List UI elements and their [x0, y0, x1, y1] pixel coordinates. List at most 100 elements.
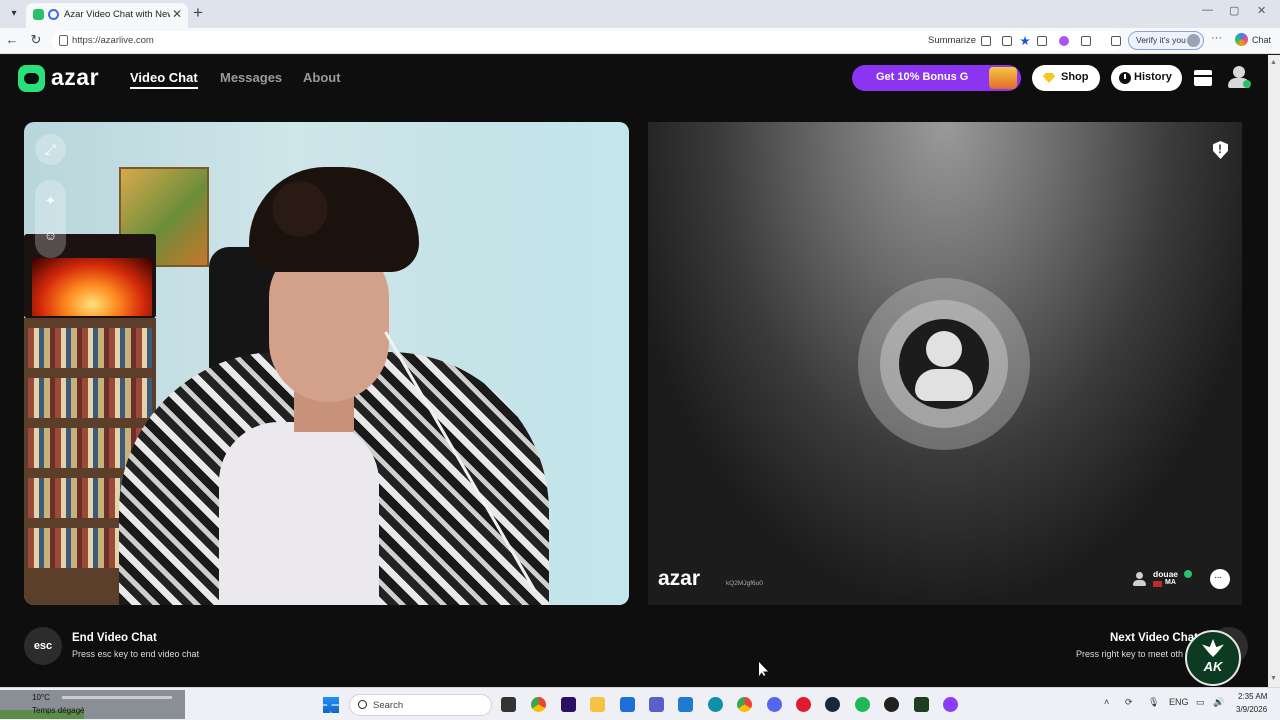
tray-sync-icon[interactable]: ⟳	[1125, 697, 1133, 708]
chrome-icon[interactable]	[531, 697, 546, 712]
file-explorer-icon[interactable]	[590, 697, 605, 712]
remote-video-area: azar kQ2MJgf6u0 douae MA	[648, 122, 1242, 605]
verify-profile-button[interactable]: Verify it's you	[1128, 31, 1204, 50]
scroll-up-icon[interactable]: ▲	[1270, 59, 1277, 66]
azar-logo-icon[interactable]	[18, 65, 45, 92]
address-bar-row: ← ↻ https://azarlive.com Summarize Verif…	[0, 28, 1280, 54]
history-button[interactable]: History	[1111, 65, 1182, 91]
discord-icon[interactable]	[767, 697, 782, 712]
copilot-icon[interactable]	[1235, 33, 1248, 46]
tab-group-icon	[33, 9, 44, 20]
steam-icon[interactable]	[825, 697, 840, 712]
task-view-icon[interactable]	[501, 697, 516, 712]
language-indicator[interactable]: ENG	[1169, 697, 1189, 707]
end-chat-hint: Press esc key to end video chat	[72, 649, 200, 659]
tab-list-dropdown-icon[interactable]: ▾	[6, 6, 22, 22]
outlook-icon[interactable]	[678, 697, 693, 712]
back-button[interactable]: ←	[4, 32, 20, 47]
search-placeholder: Search	[373, 700, 404, 711]
volume-icon[interactable]: 🔊	[1213, 697, 1224, 708]
next-chat-title: Next Video Chat	[1110, 632, 1198, 644]
face-filter-icon[interactable]: ☺	[35, 228, 66, 243]
extensions-puzzle-icon[interactable]	[1081, 36, 1091, 46]
new-tab-button[interactable]: +	[193, 3, 203, 23]
scroll-down-icon[interactable]: ▼	[1270, 675, 1277, 682]
magic-wand-icon[interactable]: ✦	[35, 193, 66, 209]
bonus-offer-button[interactable]: Get 10% Bonus G	[852, 65, 1021, 91]
profile-avatar-icon	[1187, 34, 1200, 47]
minimize-button[interactable]: —	[1202, 4, 1213, 16]
verified-badge-icon	[1184, 570, 1192, 578]
premiere-pro-icon[interactable]	[561, 697, 576, 712]
network-icon[interactable]: ▭	[1196, 697, 1205, 708]
country-flag-icon	[1153, 581, 1162, 587]
person-tshirt	[219, 422, 379, 605]
profile-icon[interactable]	[1228, 66, 1251, 90]
eagle-icon	[1202, 639, 1224, 657]
url-field[interactable]: https://azarlive.com Summarize	[52, 31, 1122, 51]
store-app-icon[interactable]	[620, 697, 635, 712]
spotify-icon[interactable]	[855, 697, 870, 712]
peer-avatar-icon	[1133, 572, 1146, 586]
session-id: kQ2MJgf6u0	[726, 580, 763, 587]
more-menu-icon[interactable]: ···	[1211, 32, 1222, 44]
tab-title: Azar Video Chat with New Pe	[64, 9, 170, 20]
history-clock-icon	[1119, 72, 1131, 84]
bonus-label: Get 10% Bonus G	[876, 71, 969, 83]
taskbar-date[interactable]: 3/9/2026	[1236, 705, 1267, 714]
app-icon[interactable]	[943, 697, 958, 712]
favorite-star-icon[interactable]	[1020, 36, 1030, 46]
shop-button[interactable]: Shop	[1032, 65, 1100, 91]
tray-overflow-icon[interactable]: ˄	[1104, 697, 1109, 707]
azar-page: azar Video Chat Messages About Get 10% B…	[0, 55, 1268, 687]
copilot-chat-label[interactable]: Chat	[1252, 35, 1271, 45]
windows-start-icon[interactable]	[323, 697, 339, 713]
mouse-cursor-icon	[759, 662, 768, 676]
nvidia-app-icon[interactable]	[914, 697, 929, 712]
gem-icon	[1043, 73, 1055, 83]
search-icon	[358, 700, 367, 709]
nav-about[interactable]: About	[303, 70, 341, 85]
close-window-button[interactable]: ✕	[1257, 4, 1266, 17]
tab-close-icon[interactable]: ✕	[172, 7, 182, 21]
windows-taskbar: 10°C Temps dégagé Search ˄ ⟳ 🎙 ENG ▭ 🔊 2…	[0, 687, 1280, 720]
summarize-button[interactable]: Summarize	[928, 35, 976, 46]
report-shield-icon[interactable]	[1213, 141, 1228, 159]
treasure-chest-icon	[989, 67, 1017, 89]
expand-icon[interactable]: ⤢	[35, 134, 66, 165]
shop-label: Shop	[1061, 71, 1089, 83]
history-label: History	[1134, 71, 1172, 83]
peer-country: MA	[1165, 579, 1176, 586]
browser-tab-azar[interactable]: Azar Video Chat with New Pe ✕	[26, 3, 188, 28]
edge-icon[interactable]	[708, 697, 723, 712]
page-scrollbar[interactable]: ▲ ▼	[1268, 55, 1280, 687]
peer-name: douae	[1153, 569, 1179, 579]
extension-icon[interactable]	[1059, 36, 1069, 46]
next-chat-hint: Press right key to meet oth	[1076, 649, 1184, 659]
chat-bubble-icon[interactable]	[1210, 569, 1230, 589]
microphone-icon[interactable]: 🎙	[1148, 697, 1159, 708]
chrome-profile-icon[interactable]	[737, 697, 752, 712]
taskbar-search-box[interactable]: Search	[349, 694, 492, 716]
nav-messages[interactable]: Messages	[220, 70, 282, 85]
site-info-icon[interactable]	[59, 35, 68, 46]
nav-video-chat[interactable]: Video Chat	[130, 70, 198, 89]
reader-mode-icon[interactable]	[1002, 36, 1012, 46]
channel-watermark-logo: AK	[1185, 630, 1241, 686]
end-chat-button[interactable]: esc	[24, 627, 62, 665]
split-screen-icon[interactable]	[1037, 36, 1047, 46]
end-chat-title: End Video Chat	[72, 632, 157, 644]
peer-info[interactable]: douae MA	[1128, 566, 1200, 592]
taskbar-time[interactable]: 2:35 AM	[1238, 692, 1267, 701]
azar-logo-text[interactable]: azar	[51, 64, 99, 91]
opera-icon[interactable]	[796, 697, 811, 712]
summarize-icon[interactable]	[981, 36, 991, 46]
teams-icon[interactable]	[649, 697, 664, 712]
store-icon[interactable]	[1194, 70, 1212, 86]
weather-temperature: 10°C	[32, 693, 50, 702]
maximize-button[interactable]: ▢	[1229, 4, 1239, 17]
obs-icon[interactable]	[884, 697, 899, 712]
weather-widget[interactable]: 10°C Temps dégagé	[0, 690, 185, 719]
refresh-button[interactable]: ↻	[28, 32, 44, 48]
favorites-icon[interactable]	[1111, 36, 1121, 46]
